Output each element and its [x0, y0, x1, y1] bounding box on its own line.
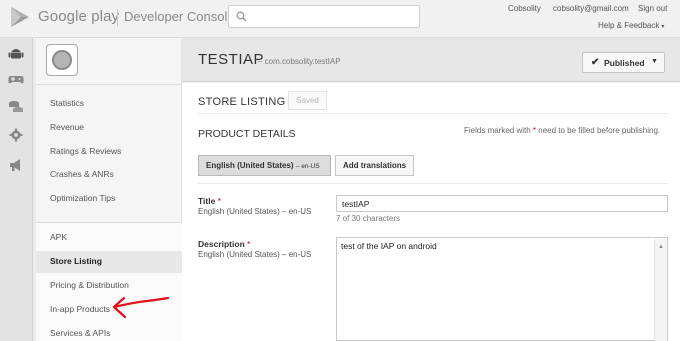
brand-subtitle: Developer Console: [124, 9, 235, 24]
section-title: STORE LISTING: [198, 96, 286, 108]
app-header: TESTIAP – com.cobsolity.testIAP ✔ Publis…: [182, 38, 680, 82]
sidebar-item-crashes-anrs[interactable]: Crashes & ANRs: [50, 169, 114, 179]
store-listing-panel: STORE LISTING Saved PRODUCT DETAILS Fiel…: [182, 83, 680, 341]
title-language-note: English (United States) – en-US: [198, 207, 312, 216]
sign-out-link[interactable]: Sign out: [638, 4, 667, 13]
title-char-count: 7 of 30 characters: [336, 214, 401, 223]
icon-rail: [0, 38, 33, 341]
chevron-down-icon: ▾: [661, 24, 665, 30]
description-label: Description *: [198, 239, 250, 249]
sidebar-item-store-listing[interactable]: Store Listing: [50, 256, 102, 266]
gamepad-icon[interactable]: [8, 72, 24, 86]
scroll-up-icon: ▲: [658, 244, 664, 250]
required-star: *: [217, 196, 222, 206]
search-input[interactable]: [228, 5, 420, 28]
sidebar-item-statistics[interactable]: Statistics: [50, 98, 84, 108]
sidebar-item-ratings-reviews[interactable]: Ratings & Reviews: [50, 146, 121, 156]
description-text: test of the IAP on android: [341, 241, 437, 251]
sidebar-item-apk[interactable]: APK: [50, 232, 67, 242]
description-scrollbar[interactable]: ▲: [654, 239, 667, 341]
account-name: Cobsolity: [508, 4, 541, 13]
help-feedback-label: Help & Feedback: [598, 21, 660, 30]
package-name: – com.cobsolity.testIAP: [258, 57, 341, 66]
search-icon: [236, 11, 247, 22]
required-note-text: need to be filled before publishing.: [536, 126, 661, 135]
app-icon[interactable]: [46, 44, 78, 76]
required-star: *: [247, 239, 251, 249]
annotation-arrow-icon: [112, 296, 170, 319]
language-button[interactable]: English (United States) – en-US: [198, 155, 331, 176]
sidebar-item-revenue[interactable]: Revenue: [50, 122, 84, 132]
brand-divider: [117, 9, 118, 27]
coins-icon[interactable]: [8, 100, 24, 114]
check-icon: ✔: [591, 57, 600, 68]
description-language-note: English (United States) – en-US: [198, 250, 312, 259]
add-translations-button[interactable]: Add translations: [335, 155, 414, 176]
app-icon-graphic: [52, 50, 72, 70]
chevron-down-icon: ▼: [651, 58, 658, 65]
help-feedback-menu[interactable]: Help & Feedback ▾: [598, 21, 664, 30]
section-divider: [198, 113, 668, 114]
gear-icon[interactable]: [8, 128, 24, 142]
google-play-logo-icon[interactable]: [10, 6, 30, 28]
saved-button[interactable]: Saved: [288, 91, 327, 110]
android-icon[interactable]: [8, 46, 24, 60]
published-label: Published: [604, 58, 645, 68]
title-field[interactable]: testIAP: [336, 195, 668, 212]
language-code: – en-US: [295, 163, 320, 170]
product-details-heading: PRODUCT DETAILS: [198, 128, 296, 140]
required-fields-note: Fields marked with * need to be filled b…: [464, 126, 660, 135]
sidebar-item-pricing-distribution[interactable]: Pricing & Distribution: [50, 280, 129, 290]
sidebar-item-services-apis[interactable]: Services & APIs: [50, 328, 110, 338]
sidebar-item-optimization-tips[interactable]: Optimization Tips: [50, 193, 115, 203]
top-bar: Google play Developer Console Cobsolity …: [0, 0, 680, 38]
sidebar-item-in-app-products[interactable]: In-app Products: [50, 304, 110, 314]
page-title: TESTIAP: [198, 51, 265, 68]
brand-name[interactable]: Google play: [38, 8, 119, 25]
description-field[interactable]: test of the IAP on android ▲: [336, 237, 668, 341]
section-divider: [198, 183, 668, 184]
description-label-text: Description: [198, 239, 245, 249]
published-status-button[interactable]: ✔ Published ▼: [582, 52, 665, 73]
sidebar-divider: [36, 222, 182, 223]
megaphone-icon[interactable]: [8, 158, 24, 172]
language-label: English (United States): [206, 161, 294, 170]
sidebar-divider: [36, 84, 182, 85]
title-label: Title *: [198, 196, 221, 206]
account-email: cobsolity@gmail.com: [553, 4, 629, 13]
required-note-text: Fields marked with: [464, 126, 533, 135]
title-label-text: Title: [198, 196, 216, 206]
